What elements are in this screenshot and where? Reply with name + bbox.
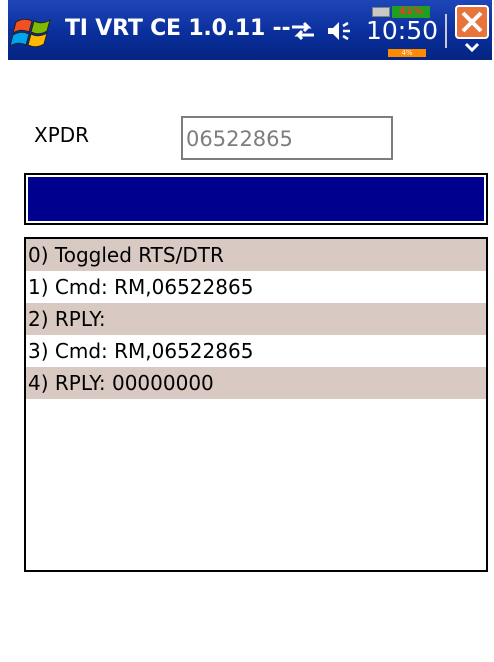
window-title: TI VRT CE 1.0.11 -- — [65, 16, 291, 41]
close-button[interactable] — [454, 4, 490, 56]
speaker-icon[interactable] — [326, 19, 354, 43]
clock: 10:50 — [365, 16, 439, 45]
title-bar: TI VRT CE 1.0.11 -- 41% 10:50 4% — [8, 0, 492, 60]
log-item[interactable]: 2) RPLY: — [26, 303, 486, 335]
windows-flag-icon — [9, 18, 51, 48]
status-clock-area[interactable]: 41% 10:50 4% — [362, 6, 442, 58]
log-item[interactable]: 4) RPLY: 00000000 — [26, 367, 486, 399]
signal-indicator: 4% — [388, 49, 426, 57]
title-separator — [445, 14, 447, 48]
log-item[interactable]: 1) Cmd: RM,06522865 — [26, 271, 486, 303]
device-screen: TI VRT CE 1.0.11 -- 41% 10:50 4% XPDR 06… — [8, 0, 492, 662]
sync-arrows-icon[interactable] — [290, 20, 316, 42]
start-button[interactable] — [9, 8, 60, 52]
xpdr-label: XPDR — [34, 123, 90, 147]
progress-bar — [24, 173, 488, 225]
log-item[interactable]: 0) Toggled RTS/DTR — [26, 239, 486, 271]
close-icon — [455, 5, 489, 53]
log-list[interactable]: 0) Toggled RTS/DTR 1) Cmd: RM,06522865 2) … — [24, 237, 488, 572]
progress-fill — [28, 177, 484, 221]
xpdr-input[interactable]: 06522865 — [181, 116, 393, 160]
log-item[interactable]: 3) Cmd: RM,06522865 — [26, 335, 486, 367]
